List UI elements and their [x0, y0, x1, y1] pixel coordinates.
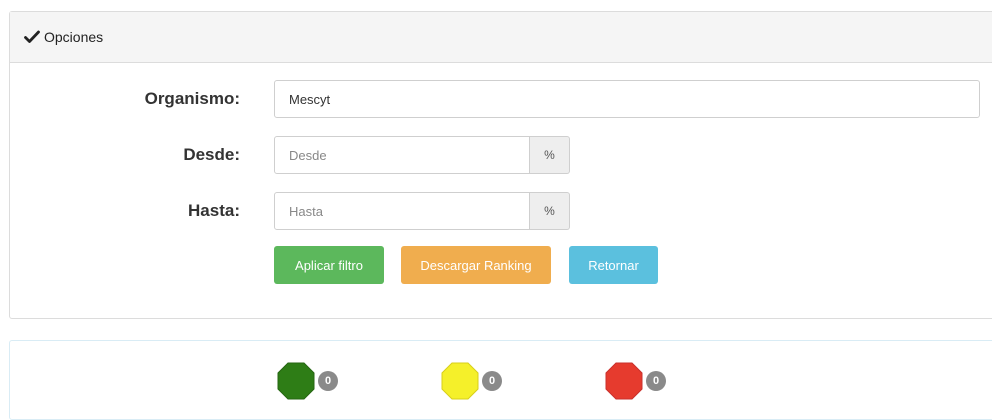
apply-filter-button[interactable]: Aplicar filtro	[274, 246, 384, 284]
yellow-count-badge: 0	[482, 371, 502, 391]
organismo-label: Organismo:	[144, 89, 240, 108]
green-status-group: 0	[276, 361, 338, 401]
hasta-percent-addon: %	[530, 192, 570, 230]
red-status-group: 0	[604, 361, 666, 401]
hasta-input[interactable]	[274, 192, 530, 230]
panel-title: Opciones	[44, 29, 104, 45]
yellow-status-group: 0	[440, 361, 502, 401]
red-octagon-icon	[605, 362, 643, 400]
hasta-row: Hasta: %	[0, 192, 992, 230]
green-octagon-icon	[277, 362, 315, 400]
desde-input[interactable]	[274, 136, 530, 174]
return-button[interactable]: Retornar	[569, 246, 658, 284]
desde-label: Desde:	[183, 145, 240, 164]
green-count-badge: 0	[318, 371, 338, 391]
desde-row: Desde: %	[0, 136, 992, 174]
organismo-input[interactable]	[274, 80, 980, 118]
desde-percent-addon: %	[530, 136, 570, 174]
download-ranking-button[interactable]: Descargar Ranking	[401, 246, 551, 284]
panel-heading: Opciones	[10, 12, 992, 63]
check-icon	[24, 30, 40, 43]
organismo-row: Organismo:	[0, 80, 992, 118]
hasta-label: Hasta:	[188, 201, 240, 220]
yellow-octagon-icon	[441, 362, 479, 400]
red-count-badge: 0	[646, 371, 666, 391]
indicators-panel: 0 0 0	[9, 340, 992, 420]
